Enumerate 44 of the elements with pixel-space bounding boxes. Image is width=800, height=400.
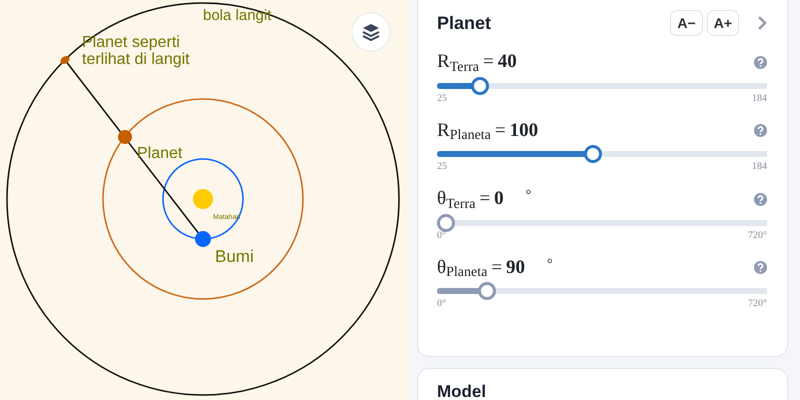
diagram-label: Planet seperti terlihat di langit — [82, 34, 190, 68]
slider-label: R$_{Terra}$ — [437, 51, 480, 74]
slider-thumb[interactable] — [478, 282, 496, 300]
apparent-planet-dot[interactable] — [60, 56, 70, 64]
help-icon[interactable] — [754, 124, 767, 138]
diagram-label: bola langit — [203, 7, 272, 24]
max-label: 184 — [752, 161, 767, 173]
max-label: 184 — [752, 92, 767, 104]
help-icon[interactable] — [754, 56, 767, 69]
diagram-label: Planet — [137, 145, 182, 162]
unit-label: ° — [547, 256, 553, 274]
font-size-button[interactable]: A− — [670, 10, 703, 36]
earth-dot[interactable] — [195, 231, 211, 247]
slider-thumb[interactable] — [471, 76, 490, 94]
help-icon[interactable] — [754, 192, 767, 206]
min-label: 25 — [437, 161, 447, 173]
slider-value: 90 — [506, 256, 526, 280]
min-label: 0° — [437, 230, 446, 242]
slider-label: R$_{Planeta}$ — [437, 120, 491, 142]
slider-thumb[interactable] — [584, 145, 602, 163]
equals-sign: = — [494, 120, 506, 142]
slider-value: 100 — [510, 118, 538, 142]
slider-label: θ$_{Terra}$ — [437, 188, 476, 210]
max-label: 720° — [748, 230, 767, 242]
planet-dot[interactable] — [118, 130, 132, 144]
equals-sign: = — [483, 51, 494, 74]
font-size-button[interactable]: A+ — [706, 10, 739, 36]
panel-title: Planet — [437, 12, 492, 34]
max-label: 720° — [748, 298, 767, 310]
min-label: 25 — [437, 92, 447, 104]
equals-sign: = — [479, 188, 490, 210]
sun-dot — [193, 189, 213, 209]
min-label: 0° — [437, 298, 446, 310]
slider-value: 40 — [498, 50, 517, 74]
diagram-label: Bumi — [215, 247, 254, 266]
layers-button[interactable] — [352, 12, 390, 52]
unit-label: ° — [526, 187, 532, 205]
slider-thumb[interactable] — [437, 214, 455, 232]
slider-value: 0 — [494, 187, 504, 211]
chevron-right-icon[interactable] — [757, 15, 767, 31]
equals-sign: = — [491, 256, 502, 279]
card-title: Model — [437, 383, 488, 400]
help-icon[interactable] — [754, 261, 767, 274]
slider-label: θ$_{Planeta}$ — [437, 256, 488, 279]
